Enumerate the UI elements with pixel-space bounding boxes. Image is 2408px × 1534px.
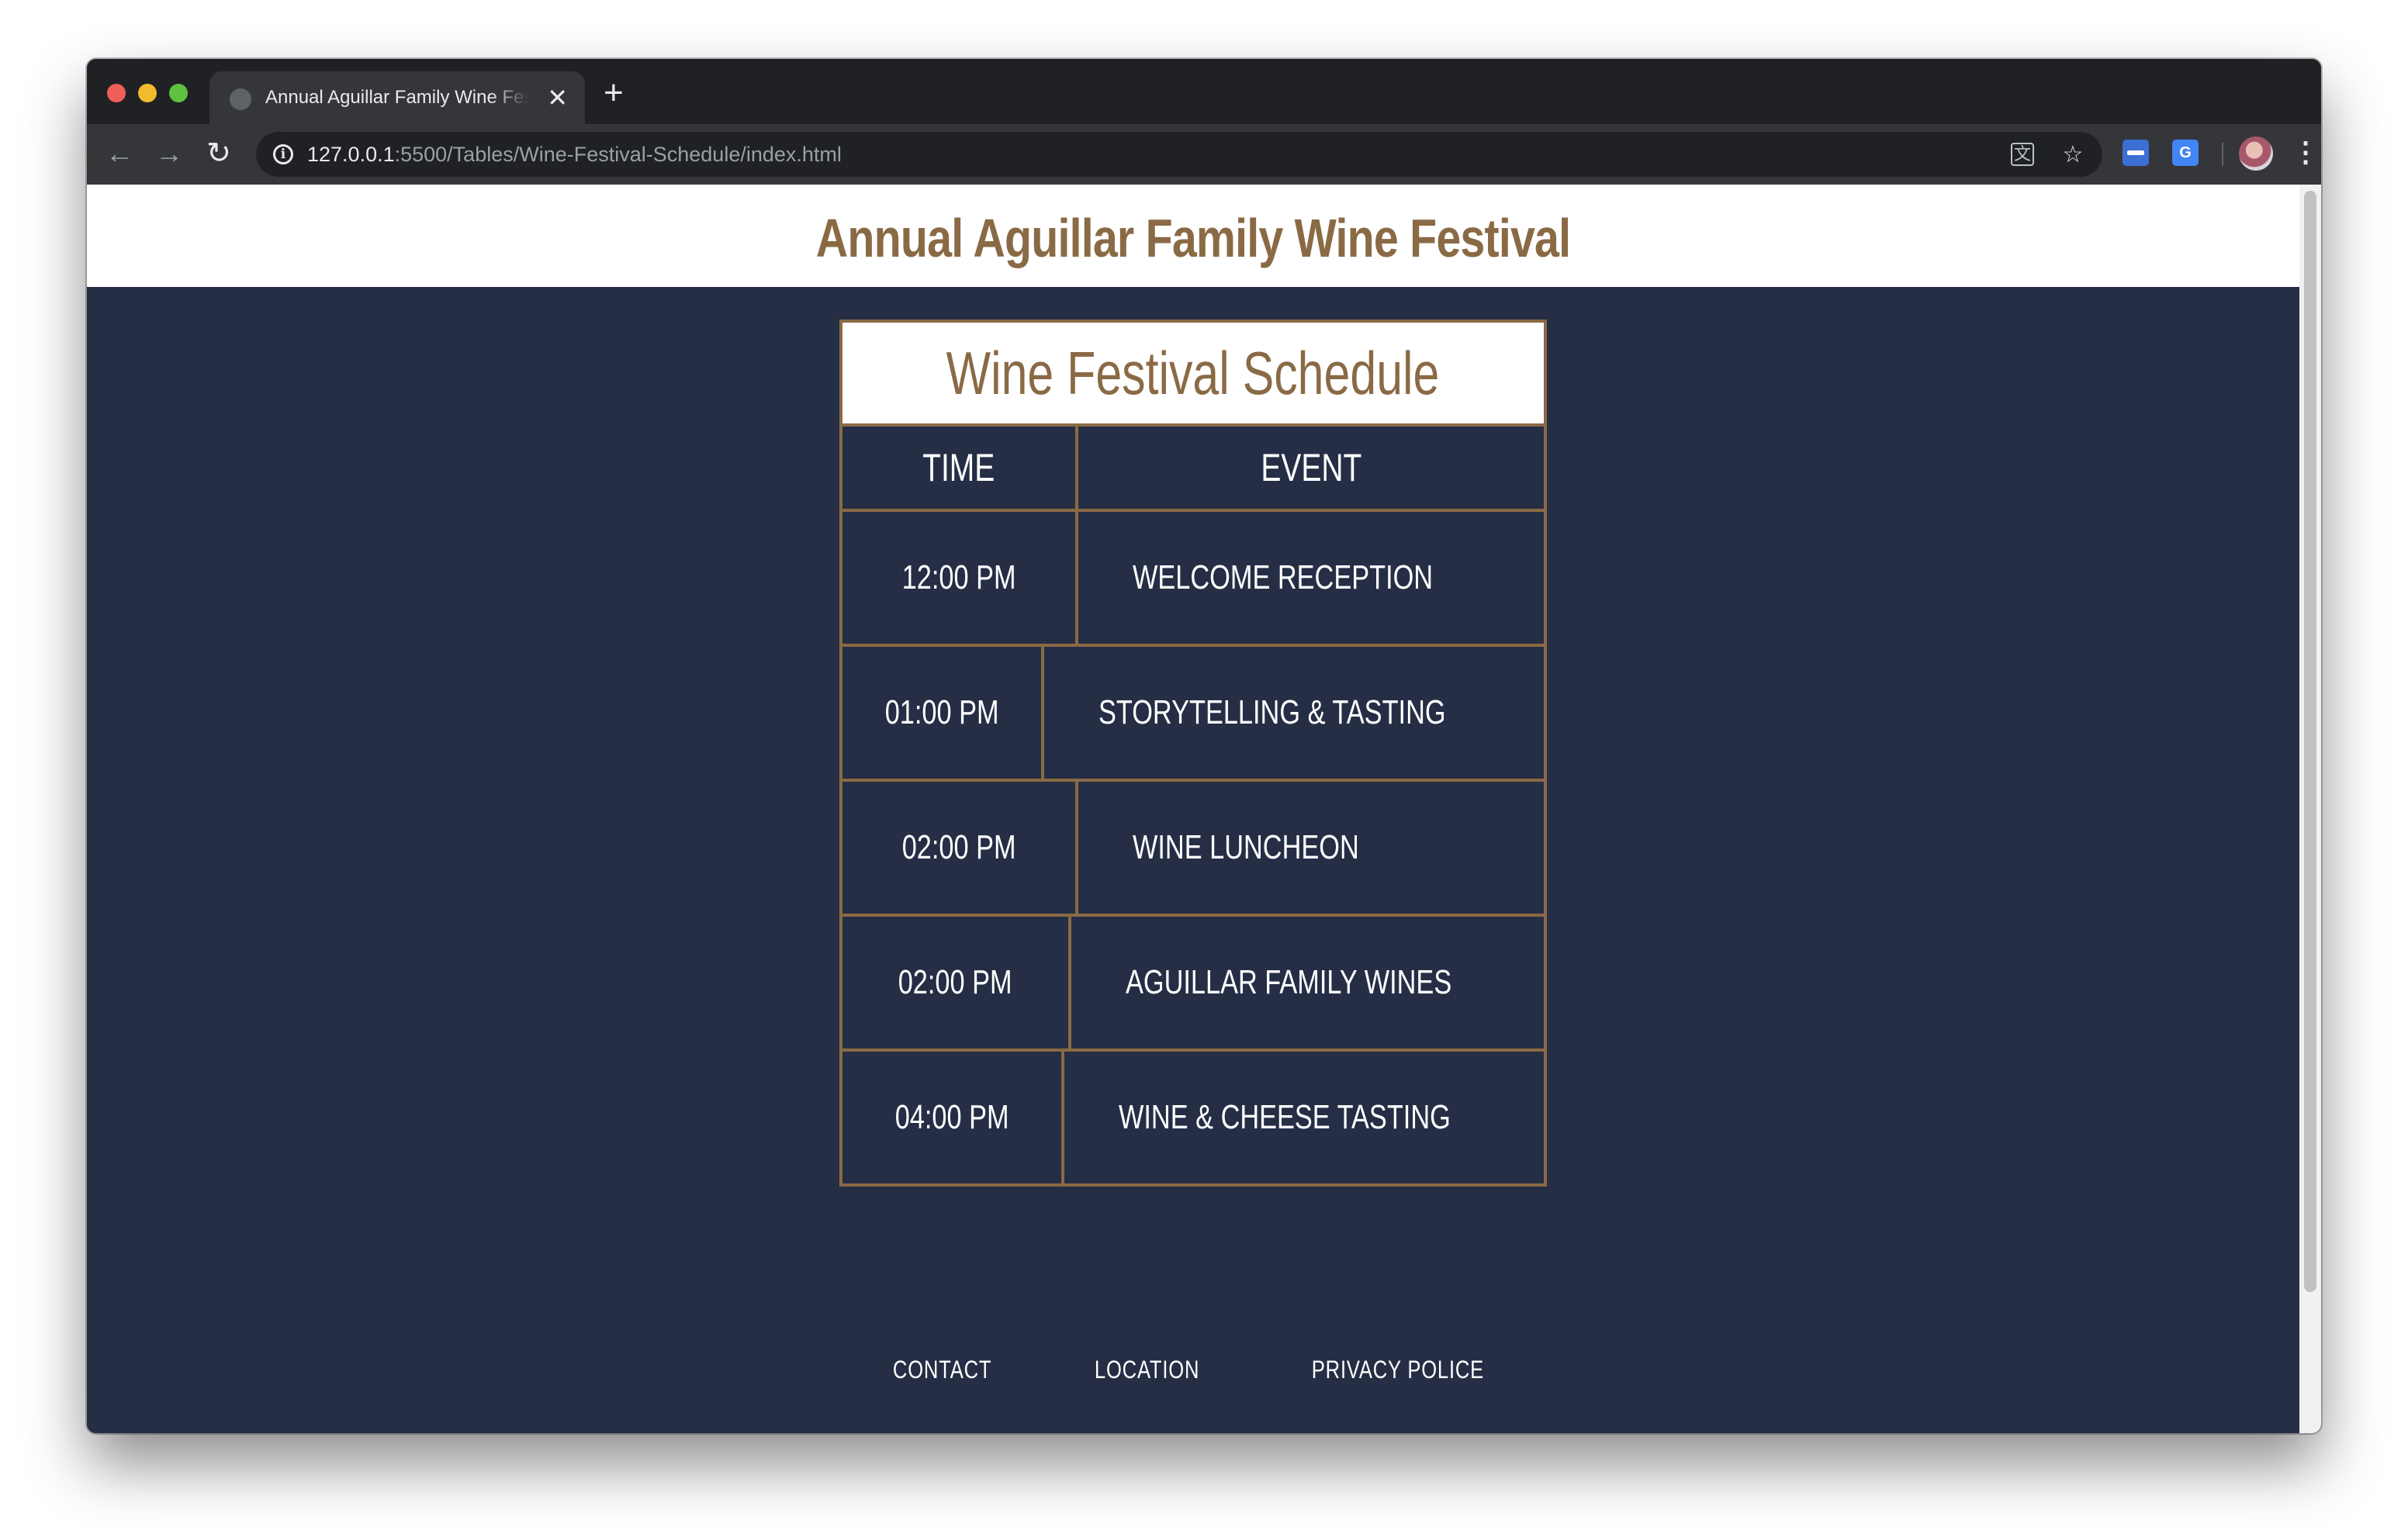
event-value: WELCOME RECEPTION [1133,558,1434,596]
footer-link-privacy[interactable]: PRIVACY POLICE [1312,1356,1484,1384]
time-cell: 12:00 PM [842,512,1078,644]
time-value: 04:00 PM [894,1098,1009,1136]
reload-icon[interactable]: ↻ [200,135,237,172]
page-title: Annual Aguillar Family Wine Festival [815,208,1571,268]
table-row: 01:00 PM STORYTELLING & TASTING [842,647,1544,782]
footer-link-contact[interactable]: CONTACT [893,1356,991,1384]
schedule-table: Wine Festival Schedule TIME EVENT 12:00 … [839,320,1547,1187]
time-cell: 01:00 PM [842,647,1045,779]
address-bar[interactable]: i 127.0.0.1:5500/Tables/Wine-Festival-Sc… [256,132,2102,177]
close-window-button[interactable] [107,84,126,102]
back-arrow-icon[interactable]: ← [101,135,138,172]
time-cell: 04:00 PM [842,1052,1064,1183]
time-cell: 02:00 PM [842,917,1072,1049]
globe-icon [230,88,251,110]
time-value: 02:00 PM [901,828,1016,866]
time-value: 02:00 PM [898,963,1013,1001]
table-header-row: TIME EVENT [842,427,1544,512]
time-value: 01:00 PM [884,693,999,731]
close-tab-icon[interactable]: ✕ [547,82,568,113]
page-viewport: Annual Aguillar Family Wine Festival Win… [87,185,2321,1433]
table-row: 02:00 PM WINE LUNCHEON [842,782,1544,917]
event-value: AGUILLAR FAMILY WINES [1126,963,1452,1001]
scrollbar-thumb[interactable] [2304,191,2316,1292]
event-value: WINE & CHEESE TASTING [1118,1098,1451,1136]
tab-title: Annual Aguillar Family Wine Festival [265,87,529,108]
tab-strip: Annual Aguillar Family Wine Festival ✕ + [87,59,2321,124]
event-value: STORYTELLING & TASTING [1098,693,1446,731]
google-translate-extension-icon[interactable]: G [2172,140,2199,166]
url-text[interactable]: 127.0.0.1:5500/Tables/Wine-Festival-Sche… [307,143,842,167]
table-row: 12:00 PM WELCOME RECEPTION [842,512,1544,647]
schedule-caption-text: Wine Festival Schedule [946,338,1440,407]
star-bookmark-icon[interactable]: ☆ [2059,141,2087,169]
column-header-time: TIME [842,427,1078,509]
translate-icon[interactable]: 文 [2011,143,2034,166]
toolbar-divider [2222,143,2223,166]
table-row: 02:00 PM AGUILLAR FAMILY WINES [842,917,1544,1052]
info-icon[interactable]: i [273,144,293,164]
more-menu-icon[interactable]: ⋮ [2292,135,2320,172]
table-row: 04:00 PM WINE & CHEESE TASTING [842,1052,1544,1183]
footer-link-location[interactable]: LOCATION [1095,1356,1199,1384]
column-header-event: EVENT [1078,427,1544,509]
event-value: WINE LUNCHEON [1133,828,1359,866]
event-cell: WINE LUNCHEON [1078,782,1544,914]
browser-toolbar: ← → ↻ i 127.0.0.1:5500/Tables/Wine-Festi… [87,124,2321,185]
maximize-window-button[interactable] [169,84,188,102]
event-cell: WINE & CHEESE TASTING [1064,1052,1544,1183]
footer-nav: CONTACT LOCATION PRIVACY POLICE [87,1356,2299,1384]
forward-arrow-icon[interactable]: → [150,135,188,172]
time-cell: 02:00 PM [842,782,1078,914]
column-header-event-label: EVENT [1260,446,1362,489]
time-value: 12:00 PM [901,558,1016,596]
vertical-scrollbar[interactable] [2299,185,2321,1433]
event-cell: STORYTELLING & TASTING [1044,647,1544,779]
url-path: :5500/Tables/Wine-Festival-Schedule/inde… [394,143,842,166]
profile-avatar[interactable] [2239,136,2273,171]
site-header: Annual Aguillar Family Wine Festival [87,185,2299,287]
url-host: 127.0.0.1 [307,143,395,166]
event-cell: WELCOME RECEPTION [1078,512,1544,644]
minimize-window-button[interactable] [138,84,157,102]
browser-tab-active[interactable]: Annual Aguillar Family Wine Festival ✕ [209,71,585,124]
extension-icon[interactable] [2123,140,2149,166]
new-tab-button[interactable]: + [604,74,624,112]
schedule-caption: Wine Festival Schedule [842,323,1544,427]
event-cell: AGUILLAR FAMILY WINES [1071,917,1544,1049]
column-header-time-label: TIME [922,446,995,489]
browser-window: Annual Aguillar Family Wine Festival ✕ +… [87,59,2321,1433]
